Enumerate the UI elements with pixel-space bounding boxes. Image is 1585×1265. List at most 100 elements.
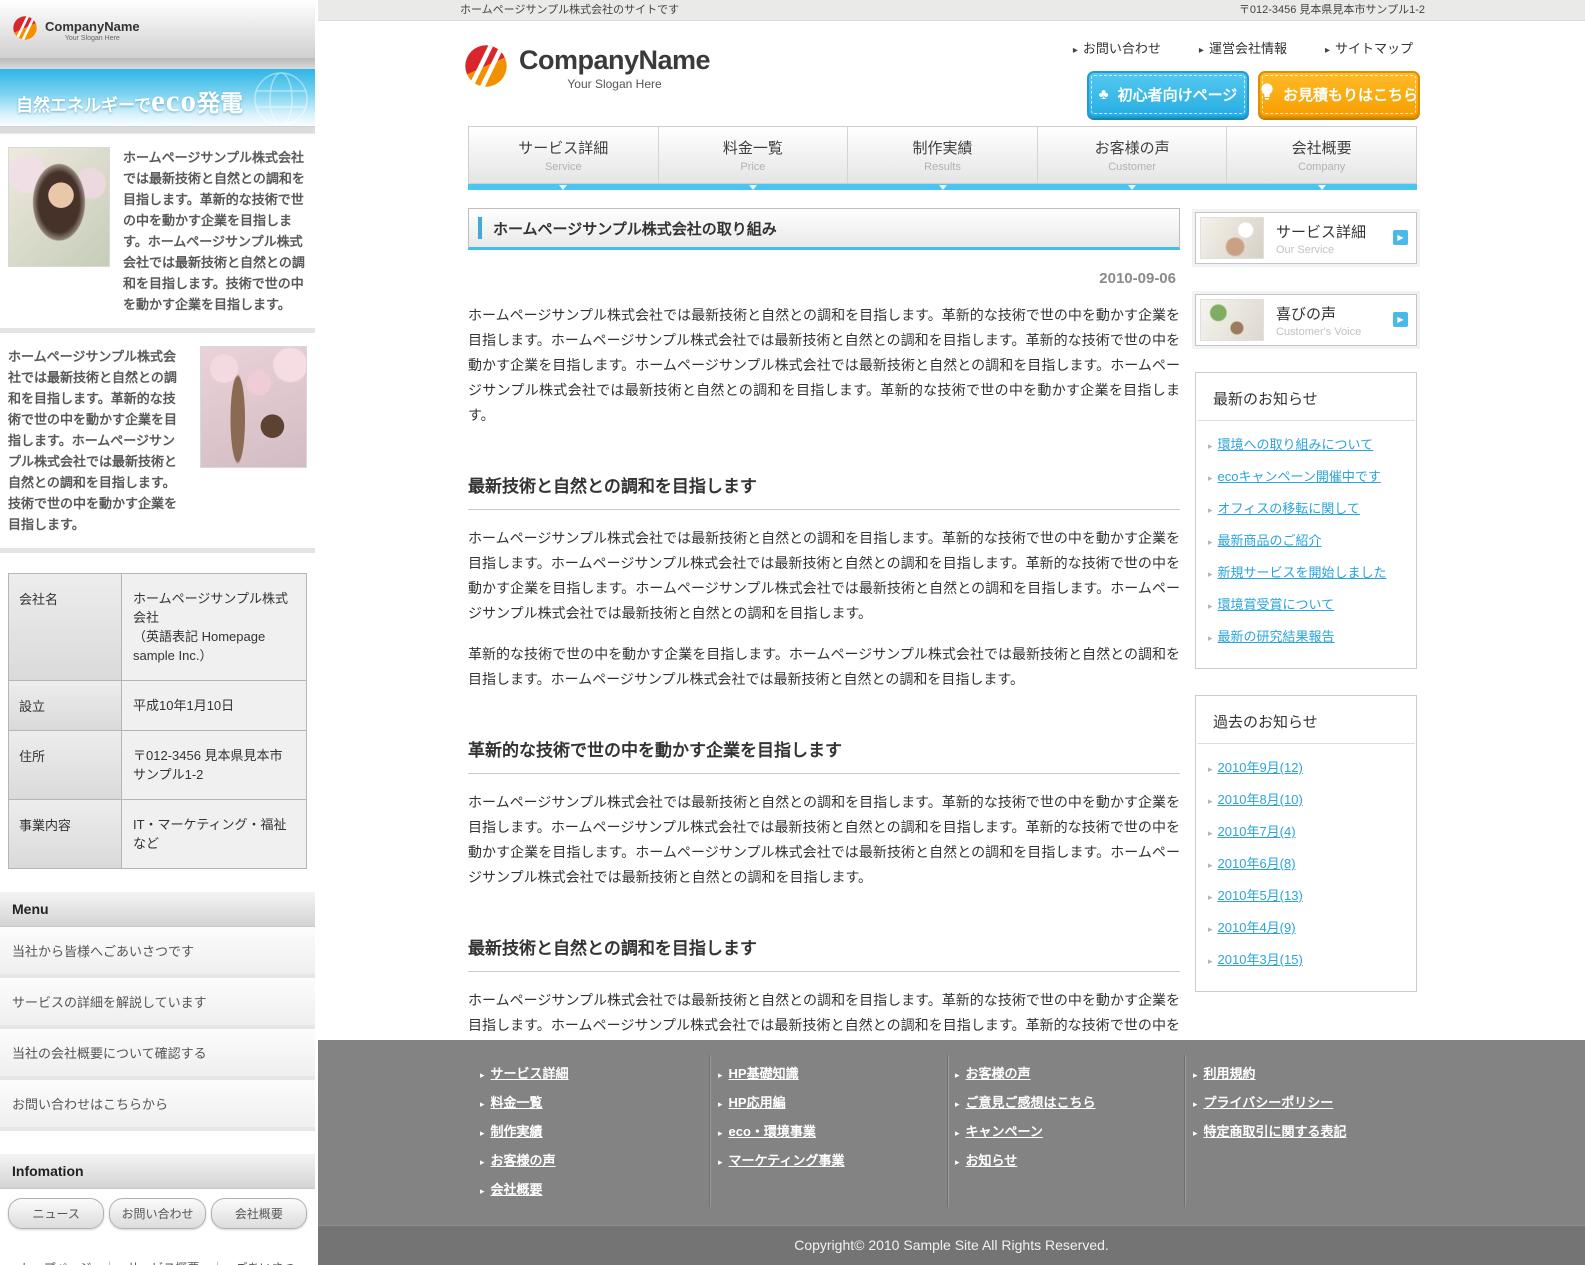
archive-link[interactable]: 2010年7月(4)	[1218, 824, 1296, 839]
main-navigation: サービス詳細Service 料金一覧Price 制作実績Results お客様の…	[468, 126, 1417, 184]
header-logo-name: CompanyName	[519, 47, 710, 74]
sidebar-menu-item-company[interactable]: 当社の会社概要について確認する	[0, 1029, 315, 1080]
footer-link[interactable]: ▸マーケティング事業	[718, 1150, 943, 1169]
operating-company-link[interactable]: ▸運営会社情報	[1199, 38, 1287, 57]
archive-link[interactable]: 2010年4月(9)	[1218, 920, 1296, 935]
sidebar-intro-text: ホームページサンプル株式会社では最新技術と自然との調和を目指します。革新的な技術…	[123, 147, 307, 315]
company-logo-icon	[12, 15, 38, 46]
footer-link[interactable]: ▸お客様の声	[955, 1063, 1180, 1082]
triangle-bullet-icon: ▸	[1208, 537, 1213, 547]
company-info-table: 会社名 ホームページサンプル株式会社 （英語表記 Homepage sample…	[8, 573, 307, 869]
triangle-bullet-icon: ▸	[1208, 892, 1213, 902]
greeting-link[interactable]: ごあいさつ	[235, 1261, 295, 1265]
section-paragraph: 革新的な技術で世の中を動かす企業を目指します。ホームページサンプル株式会社では最…	[468, 642, 1180, 692]
news-link[interactable]: 最新商品のご紹介	[1218, 533, 1322, 548]
news-link[interactable]: 環境賞受賞について	[1218, 597, 1335, 612]
top-page-link[interactable]: トップページ	[20, 1261, 92, 1265]
archive-link[interactable]: 2010年8月(10)	[1218, 792, 1303, 807]
archive-list: ▸2010年9月(12) ▸2010年8月(10) ▸2010年7月(4) ▸2…	[1196, 757, 1416, 968]
news-link[interactable]: 新規サービスを開始しました	[1218, 565, 1387, 580]
triangle-bullet-icon: ▸	[1208, 441, 1213, 451]
footer-link[interactable]: ▸利用規約	[1193, 1063, 1418, 1082]
triangle-bullet-icon: ▸	[955, 1099, 960, 1109]
news-link[interactable]: オフィスの移転に関して	[1218, 501, 1360, 516]
footer-link[interactable]: ▸ご意見ご感想はこちら	[955, 1092, 1180, 1111]
estimate-button[interactable]: お見積もりはこちら	[1258, 71, 1420, 118]
sidebar-menu-item-greeting[interactable]: 当社から皆様へごあいさつです	[0, 927, 315, 978]
sidebar-bottom-links: トップページ｜サービス概要｜ごあいさつ	[0, 1239, 315, 1265]
arrow-right-icon: ▶	[1393, 312, 1408, 327]
list-item: ▸ 最新商品のご紹介	[1208, 530, 1404, 549]
footer-link[interactable]: ▸特定商取引に関する表記	[1193, 1121, 1418, 1140]
nav-tab-service[interactable]: サービス詳細Service	[469, 127, 659, 183]
article-title: ホームページサンプル株式会社の取り組み	[468, 208, 1180, 250]
customer-voice-banner[interactable]: 喜びの声 Customer's Voice ▶	[1195, 294, 1417, 346]
list-item: ▸2010年8月(10)	[1208, 789, 1404, 808]
archive-link[interactable]: 2010年3月(15)	[1218, 952, 1303, 967]
footer-divider	[948, 1055, 949, 1207]
footer-link[interactable]: ▸eco・環境事業	[718, 1121, 943, 1140]
news-link[interactable]: ecoキャンペーン開催中です	[1218, 469, 1381, 484]
footer-link[interactable]: ▸プライバシーポリシー	[1193, 1092, 1418, 1111]
sidebar-intro-block-2: ホームページサンプル株式会社では最新技術と自然との調和を目指します。革新的な技術…	[0, 333, 315, 553]
footer-link[interactable]: ▸制作実績	[480, 1121, 705, 1140]
service-detail-banner[interactable]: サービス詳細 Our Service ▶	[1195, 212, 1417, 264]
footer-link[interactable]: ▸お客様の声	[480, 1150, 705, 1169]
triangle-bullet-icon: ▸	[1073, 45, 1078, 56]
sitemap-link[interactable]: ▸サイトマップ	[1325, 38, 1413, 57]
triangle-bullet-icon: ▸	[1208, 764, 1213, 774]
eco-banner[interactable]: 自然エネルギーでeco発電	[0, 69, 315, 127]
archive-box-title: 過去のお知らせ	[1197, 696, 1415, 744]
beginner-page-button[interactable]: ♣ 初心者向けページ	[1087, 71, 1249, 118]
site-description: ホームページサンプル株式会社のサイトです	[460, 0, 679, 20]
company-logo-icon	[463, 43, 509, 94]
footer-link[interactable]: ▸料金一覧	[480, 1092, 705, 1111]
news-link[interactable]: 環境への取り組みについて	[1218, 437, 1374, 452]
news-link[interactable]: 最新の研究結果報告	[1218, 629, 1335, 644]
contact-link[interactable]: ▸お問い合わせ	[1073, 38, 1161, 57]
sidebar-logo[interactable]: CompanyName Your Slogan Here	[12, 15, 140, 46]
service-banner-photo	[1200, 217, 1264, 259]
triangle-bullet-icon: ▸	[1208, 828, 1213, 838]
page: CompanyName Your Slogan Here 自然エネルギーでeco…	[0, 0, 1585, 1265]
nav-tab-results[interactable]: 制作実績Results	[848, 127, 1038, 183]
content-wrap: ホームページサンプル株式会社の取り組み 2010-09-06 ホームページサンプ…	[468, 190, 1417, 1040]
footer-link[interactable]: ▸サービス詳細	[480, 1063, 705, 1082]
nav-tab-company[interactable]: 会社概要Company	[1227, 127, 1416, 183]
triangle-bullet-icon: ▸	[1193, 1128, 1198, 1138]
row-value: 〒012-3456 見本県見本市サンプル1-2	[122, 731, 306, 799]
header-logo[interactable]: CompanyName Your Slogan Here	[463, 43, 710, 94]
archive-link[interactable]: 2010年6月(8)	[1218, 856, 1296, 871]
service-overview-link[interactable]: サービス概要	[127, 1261, 199, 1265]
footer-link[interactable]: ▸キャンペーン	[955, 1121, 1180, 1140]
archive-link[interactable]: 2010年9月(12)	[1218, 760, 1303, 775]
footer: ▸サービス詳細 ▸料金一覧 ▸制作実績 ▸お客様の声 ▸会社概要 ▸HP基礎知識…	[318, 1040, 1585, 1225]
triangle-bullet-icon: ▸	[1208, 860, 1213, 870]
footer-link[interactable]: ▸お知らせ	[955, 1150, 1180, 1169]
archive-link[interactable]: 2010年5月(13)	[1218, 888, 1303, 903]
arrow-right-icon: ▶	[1393, 230, 1408, 245]
footer-link[interactable]: ▸HP応用編	[718, 1092, 943, 1111]
table-row: 会社名 ホームページサンプル株式会社 （英語表記 Homepage sample…	[9, 574, 306, 681]
clover-icon: ♣	[1099, 86, 1109, 103]
sidebar-menu-item-contact[interactable]: お問い合わせはこちらから	[0, 1080, 315, 1131]
news-button[interactable]: ニュース	[8, 1198, 104, 1229]
company-button[interactable]: 会社概要	[211, 1198, 307, 1229]
row-label: 事業内容	[9, 800, 122, 868]
triangle-bullet-icon: ▸	[718, 1070, 723, 1080]
triangle-bullet-icon: ▸	[1208, 473, 1213, 483]
banner-title: サービス詳細	[1276, 221, 1366, 242]
footer-link[interactable]: ▸会社概要	[480, 1179, 705, 1198]
footer-divider	[710, 1055, 711, 1207]
footer-column-pages: ▸サービス詳細 ▸料金一覧 ▸制作実績 ▸お客様の声 ▸会社概要	[480, 1063, 705, 1208]
contact-button[interactable]: お問い合わせ	[109, 1198, 205, 1229]
news-list: ▸ 環境への取り組みについて ▸ ecoキャンペーン開催中です ▸ オフィスの移転に関…	[1196, 434, 1416, 645]
nav-tab-price[interactable]: 料金一覧Price	[659, 127, 849, 183]
sidebar-menu-item-service[interactable]: サービスの詳細を解説しています	[0, 978, 315, 1029]
sidebar-logo-name: CompanyName	[45, 20, 140, 33]
list-item: ▸2010年3月(15)	[1208, 949, 1404, 968]
section-paragraph: ホームページサンプル株式会社では最新技術と自然との調和を目指します。革新的な技術…	[468, 526, 1180, 626]
nav-tab-customer[interactable]: お客様の声Customer	[1038, 127, 1228, 183]
footer-link[interactable]: ▸HP基礎知識	[718, 1063, 943, 1082]
section-heading: 最新技術と自然との調和を目指します	[468, 472, 1180, 510]
